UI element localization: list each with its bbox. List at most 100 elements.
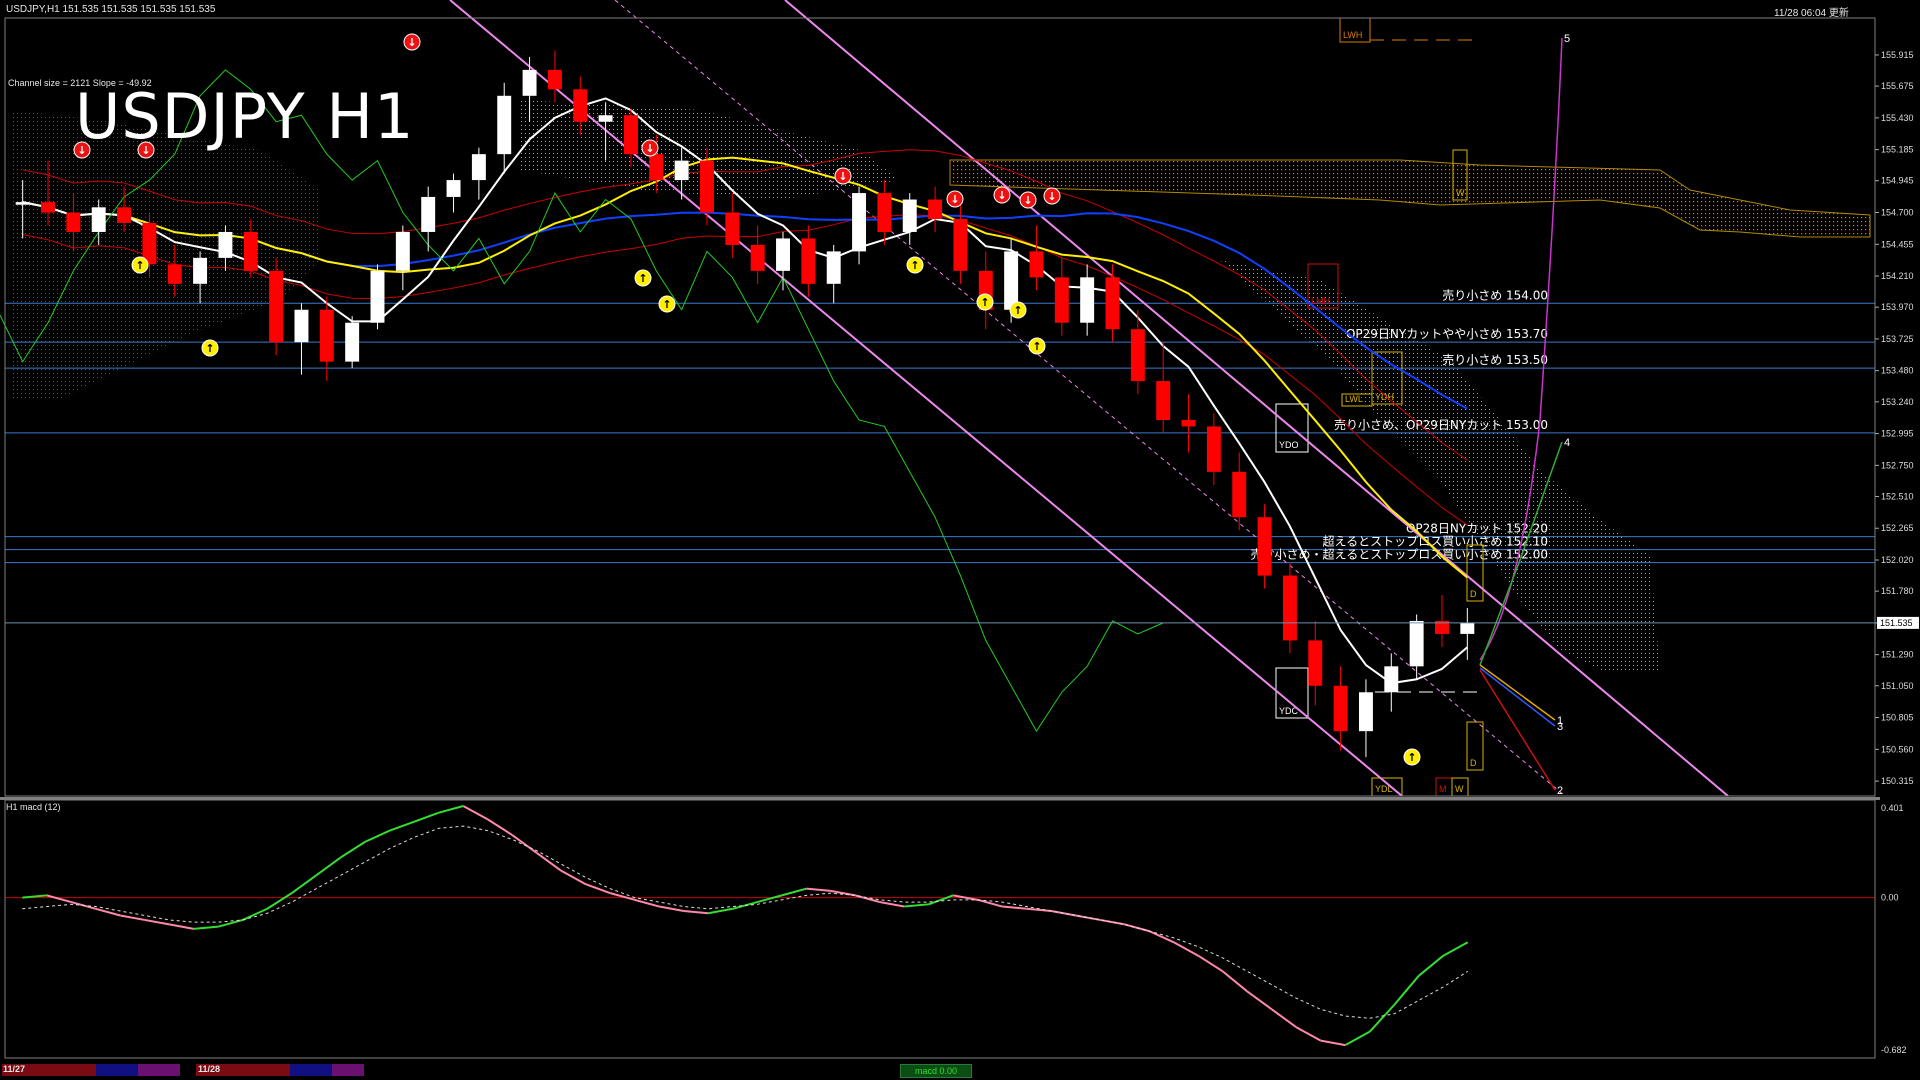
macd-segment	[732, 901, 758, 910]
box-label: M	[1439, 784, 1447, 794]
marker-glyph: ↓	[645, 142, 654, 155]
macd-segment	[781, 887, 807, 897]
macd-segment	[659, 905, 684, 912]
marker-glyph: ↑	[1013, 304, 1022, 317]
macd-segment	[634, 898, 660, 908]
macd-segment	[756, 894, 783, 904]
macd-segment	[487, 818, 513, 836]
candle-body	[852, 193, 867, 252]
chart-title: USDJPY H1	[75, 80, 415, 153]
candle-body	[725, 212, 740, 245]
candle-body	[1130, 329, 1145, 382]
candle-body	[598, 115, 613, 122]
macd-segment	[609, 892, 636, 901]
candle-body	[750, 244, 765, 271]
macd-segment	[904, 903, 929, 908]
macd-segment	[560, 869, 587, 886]
ichimoku-cloud	[10, 100, 1871, 670]
candle-body	[700, 160, 714, 213]
macd-segment	[413, 811, 440, 823]
candle-body	[471, 154, 486, 181]
candle-body	[522, 69, 537, 96]
session-bar	[96, 1064, 138, 1076]
level-label: 売り小さめ 154.00	[1442, 287, 1548, 302]
macd-segment	[120, 914, 145, 921]
projection-line	[1479, 664, 1556, 721]
subwindow-separator[interactable]	[0, 797, 1880, 800]
candle-body	[294, 309, 309, 343]
candle-body	[117, 207, 132, 223]
candle-body	[1384, 666, 1399, 693]
macd-segment	[806, 887, 831, 892]
macd-tick-label: 0.401	[1881, 803, 1904, 813]
marker-glyph: ↑	[1032, 340, 1041, 353]
candle-body	[623, 115, 638, 155]
marker-glyph: ↓	[838, 170, 847, 183]
macd-segment	[1173, 941, 1199, 957]
candle-body	[15, 202, 30, 205]
candle-body	[91, 207, 106, 232]
candle-body	[1282, 575, 1297, 641]
macd-label: H1 macd (12)	[6, 802, 61, 812]
candle-body	[1004, 251, 1019, 310]
candle-body	[319, 309, 334, 362]
macd-segment	[242, 907, 268, 921]
box-label: YDO	[1279, 440, 1299, 450]
macd-segment	[291, 874, 317, 894]
price-tick-label: 153.725	[1881, 334, 1914, 344]
price-tick-label: 152.750	[1881, 460, 1914, 470]
candle-body	[243, 231, 258, 271]
box-label: LWH	[1343, 30, 1362, 40]
price-tick-label: 154.455	[1881, 239, 1914, 249]
candle-body	[547, 69, 562, 90]
macd-subwindow: 0.401 0.00 -0.682	[5, 803, 1907, 1055]
candle-body	[902, 199, 917, 232]
candle-body	[446, 180, 461, 197]
marker-glyph: ↓	[407, 36, 416, 49]
price-tick-label: 153.480	[1881, 366, 1914, 376]
candle-body	[395, 231, 410, 271]
candle-body	[1232, 471, 1247, 518]
current-price-label: 151.535	[1880, 618, 1913, 628]
candle-body	[193, 257, 208, 284]
marker-glyph: ↑	[1407, 751, 1416, 764]
candle-body	[1054, 277, 1069, 323]
price-tick-label: 155.185	[1881, 145, 1914, 155]
price-tick-label: 152.020	[1881, 555, 1914, 565]
candle-body	[1181, 419, 1196, 427]
macd-segment	[95, 907, 121, 917]
macd-plot-frame	[4, 799, 1876, 1059]
marker-glyph: ↓	[1023, 194, 1032, 207]
macd-segment	[315, 856, 342, 877]
marker-glyph: ↓	[997, 189, 1006, 202]
marker-glyph: ↑	[135, 259, 144, 272]
price-tick-label: 151.290	[1881, 650, 1914, 660]
projection-label: 5	[1564, 33, 1570, 45]
projection-line	[1479, 667, 1556, 727]
candle-body	[928, 199, 943, 219]
price-tick-label: 155.430	[1881, 113, 1914, 123]
cloud-upper	[949, 159, 1871, 238]
price-tick-label: 152.265	[1881, 523, 1914, 533]
marker-glyph: ↑	[910, 259, 919, 272]
macd-segment	[364, 829, 391, 843]
macd-segment	[511, 834, 538, 854]
candle-body	[1257, 517, 1272, 576]
macd-segment	[1418, 954, 1444, 977]
macd-indicator-button[interactable]: macd 0.00	[900, 1064, 972, 1078]
macd-segment	[217, 918, 244, 928]
macd-segment	[462, 805, 489, 821]
candle-body	[1333, 685, 1348, 732]
date-label: 11/28	[198, 1064, 221, 1074]
macd-segment	[389, 820, 415, 832]
candle-body	[345, 322, 360, 362]
macd-tick-label: -0.682	[1881, 1045, 1907, 1055]
macd-segment	[1148, 930, 1175, 944]
session-bar	[332, 1064, 364, 1076]
price-tick-label: 155.675	[1881, 81, 1914, 91]
box-label: LMH	[1311, 296, 1330, 306]
marker-glyph: ↑	[205, 342, 214, 355]
macd-segment	[1320, 1039, 1346, 1047]
price-chart-canvas[interactable]: 売り小さめ 154.00 OP29日NYカットやや小さめ 153.70 売り小さめ …	[0, 0, 1920, 1080]
footer-bar: 11/27 11/28 macd 0.00	[0, 1064, 1880, 1080]
